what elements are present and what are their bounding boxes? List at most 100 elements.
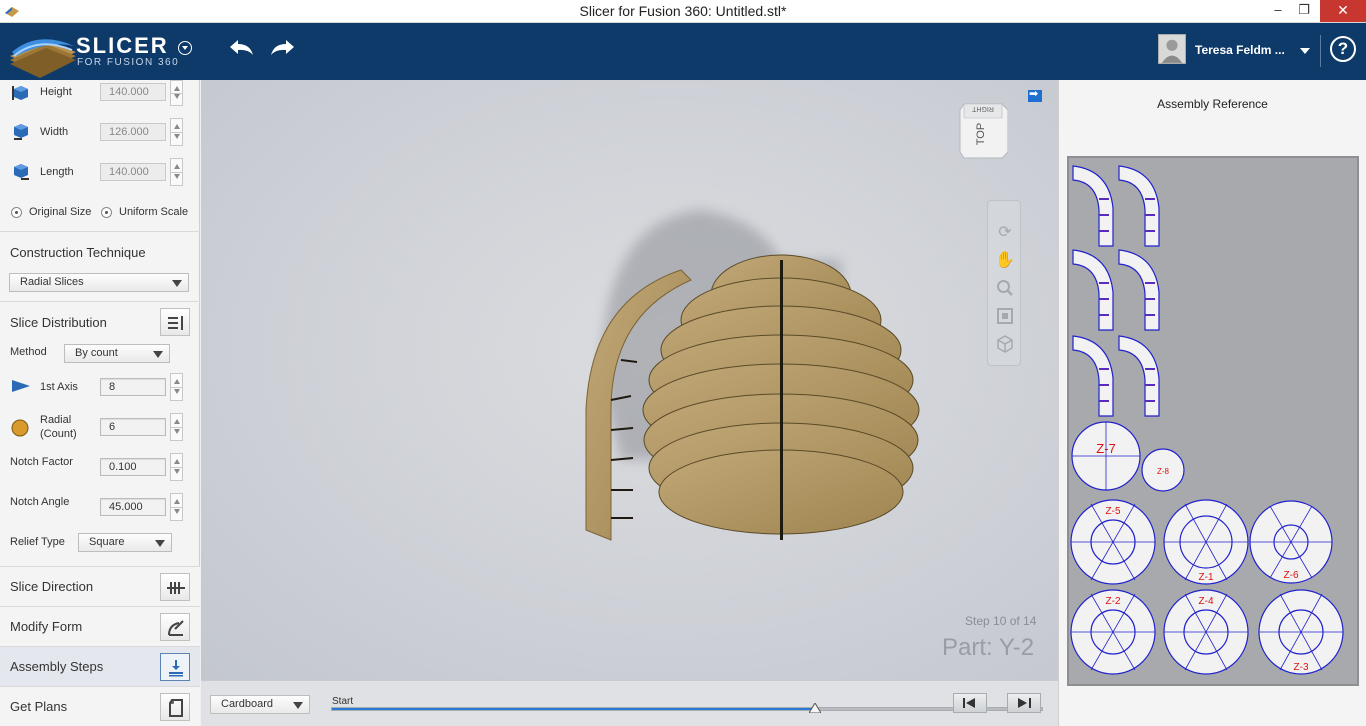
nav-slice-direction[interactable]: Slice Direction [0, 566, 200, 606]
user-silhouette-icon [1161, 39, 1183, 63]
material-select[interactable]: Cardboard [210, 695, 310, 714]
step-back-button[interactable] [953, 693, 987, 713]
ring-label-z7: Z-7 [1096, 441, 1116, 456]
help-button[interactable]: ? [1330, 36, 1356, 62]
step-forward-button[interactable] [1007, 693, 1041, 713]
panel-divider [0, 301, 200, 302]
relief-type-label: Relief Type [10, 536, 65, 548]
3d-viewport[interactable]: RIGHT TOP ⟳ ✋ [201, 80, 1058, 680]
height-stepper[interactable] [170, 80, 183, 106]
timeline-start-label: Start [332, 696, 354, 707]
nav-assembly-steps-label: Assembly Steps [10, 659, 104, 674]
window-title: Slicer for Fusion 360: Untitled.stl* [579, 3, 787, 19]
assembly-steps-button[interactable] [160, 653, 190, 681]
first-axis-stepper[interactable] [170, 373, 183, 401]
close-button[interactable]: ✕ [1320, 0, 1366, 22]
navigation-toolbar: ⟳ ✋ [987, 200, 1021, 366]
user-menu-caret-icon[interactable] [1300, 48, 1310, 54]
height-label: Height [40, 86, 72, 98]
assembly-reference-sheet: Z-7 Z-8 Z-5 Z-1 Z-6 Z-2 Z-4 Z-3 [1067, 156, 1359, 686]
fit-view-icon[interactable] [995, 307, 1015, 327]
undo-icon[interactable] [226, 37, 256, 61]
minimize-button[interactable]: – [1264, 0, 1292, 22]
ring-label-z2: Z-2 [1106, 596, 1121, 607]
assembly-parts-diagram: Z-7 Z-8 Z-5 Z-1 Z-6 Z-2 Z-4 Z-3 [1070, 165, 1344, 675]
app-menu-dropdown-icon[interactable] [178, 41, 192, 55]
zoom-magnifier-icon[interactable] [995, 279, 1015, 299]
assembly-steps-icon [169, 660, 183, 677]
first-axis-label: 1st Axis [40, 381, 78, 393]
construction-technique-title: Construction Technique [10, 245, 146, 260]
nav-slice-direction-label: Slice Direction [10, 579, 94, 594]
ring-label-z6: Z-6 [1284, 570, 1299, 581]
box-height-icon [12, 86, 28, 100]
nav-modify-form-label: Modify Form [10, 619, 83, 634]
method-label: Method [10, 346, 47, 358]
notch-factor-input[interactable]: 0.100 [100, 458, 166, 476]
nav-get-plans[interactable]: Get Plans [0, 686, 200, 726]
get-plans-button[interactable] [160, 693, 190, 721]
method-select[interactable]: By count [64, 344, 170, 363]
radial-count-icon [11, 419, 29, 437]
notch-angle-stepper[interactable] [170, 493, 183, 521]
viewcube[interactable]: RIGHT TOP [958, 100, 1009, 160]
restore-button[interactable]: ❐ [1290, 0, 1318, 22]
length-label: Length [40, 166, 74, 178]
radial-count-stepper[interactable] [170, 413, 183, 441]
app-header: SLICER FOR FUSION 360 Teresa Feldm ... ? [0, 23, 1366, 80]
left-settings-panel: Height 140.000 Width 126.000 Length 140.… [0, 80, 200, 726]
uniform-scale-radio[interactable] [101, 207, 112, 218]
first-axis-input[interactable]: 8 [100, 378, 166, 396]
user-name[interactable]: Teresa Feldm ... [1195, 43, 1285, 57]
step-indicator: Step 10 of 14 [965, 614, 1037, 628]
slice-direction-button[interactable] [160, 573, 190, 601]
redo-icon[interactable] [268, 37, 298, 61]
height-input[interactable]: 140.000 [100, 83, 166, 101]
construction-technique-select[interactable]: Radial Slices [9, 273, 189, 292]
radial-count-label: (Count) [40, 428, 77, 440]
width-stepper[interactable] [170, 118, 183, 146]
notch-factor-label: Notch Factor [10, 456, 73, 468]
viewcube-right-face[interactable]: RIGHT [965, 105, 1001, 112]
notch-factor-stepper[interactable] [170, 453, 183, 481]
brand-subtitle: FOR FUSION 360 [77, 57, 180, 68]
ring-label-z8: Z-8 [1157, 467, 1170, 476]
assembly-reference-title: Assembly Reference [1157, 97, 1268, 111]
box-width-icon [14, 124, 28, 140]
home-view-cube-icon[interactable] [995, 335, 1015, 355]
distribution-list-icon [168, 316, 183, 330]
radial-count-input[interactable]: 6 [100, 418, 166, 436]
notch-angle-input[interactable]: 45.000 [100, 498, 166, 516]
modify-form-button[interactable] [160, 613, 190, 641]
slice-distribution-button[interactable] [160, 308, 190, 336]
assembly-timeline-slider[interactable] [331, 703, 1043, 713]
width-input[interactable]: 126.000 [100, 123, 166, 141]
step-back-icon [963, 698, 975, 708]
nav-assembly-steps[interactable]: Assembly Steps [0, 646, 200, 686]
relief-type-select[interactable]: Square [78, 533, 172, 552]
nav-modify-form[interactable]: Modify Form [0, 606, 200, 646]
window-titlebar: Slicer for Fusion 360: Untitled.stl* – ❐… [0, 0, 1366, 23]
slice-direction-icon [167, 582, 185, 594]
panel-divider [0, 231, 200, 232]
step-forward-icon [1018, 698, 1031, 708]
pan-hand-icon[interactable]: ✋ [995, 251, 1015, 271]
slicer-app-window: Slicer for Fusion 360: Untitled.stl* – ❐… [0, 0, 1366, 726]
orbit-icon[interactable]: ⟳ [995, 223, 1015, 243]
get-plans-icon [169, 699, 183, 717]
uniform-scale-label[interactable]: Uniform Scale [119, 206, 188, 218]
original-size-label[interactable]: Original Size [29, 206, 91, 218]
expand-panel-arrow-icon[interactable] [1028, 87, 1042, 102]
ring-label-z5: Z-5 [1106, 506, 1121, 517]
original-size-radio[interactable] [11, 207, 22, 218]
timeline-progress-fill [332, 708, 815, 710]
length-stepper[interactable] [170, 158, 183, 186]
length-input[interactable]: 140.000 [100, 163, 166, 181]
ring-label-z1: Z-1 [1199, 572, 1214, 583]
user-avatar[interactable] [1158, 34, 1186, 64]
timeline-thumb-icon[interactable] [808, 703, 821, 713]
modify-form-icon [168, 620, 184, 636]
brand-title: SLICER [76, 33, 169, 58]
ring-label-z3: Z-3 [1294, 662, 1309, 673]
viewcube-top-face[interactable]: TOP [975, 123, 987, 145]
